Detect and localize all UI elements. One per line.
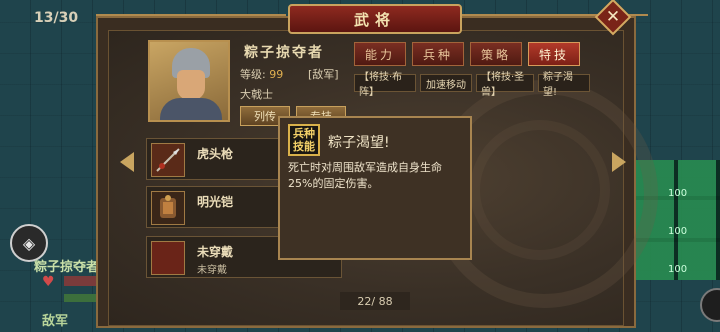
skill-chip[interactable]: 粽子渴望!	[538, 72, 590, 98]
tooltip-description: 死亡时对周围敌军造成自身生命25%的固定伤害。	[288, 161, 442, 190]
badge-line: 兵种	[293, 127, 315, 140]
equip-name: 未穿戴	[197, 245, 234, 259]
tab-ability[interactable]: 能力	[354, 42, 406, 66]
prev-general-arrow-icon[interactable]	[120, 152, 134, 172]
tab-special-skill[interactable]: 特技	[528, 42, 580, 66]
equip-name: 虎头枪	[197, 147, 234, 161]
map-value: 100	[668, 226, 688, 237]
level-label: 等级:	[240, 68, 266, 81]
empty-slot-icon	[151, 241, 185, 275]
cube-icon: ◈	[22, 233, 36, 253]
body-shape	[160, 98, 222, 120]
selected-unit-name: 粽子掠夺者	[34, 260, 100, 275]
skill-chip[interactable]: 【将技·圣兽】	[476, 72, 534, 98]
rank-label: 大戟士	[240, 88, 273, 101]
badge-line: 技能	[293, 140, 315, 153]
dragon-emblem-inner	[470, 120, 610, 260]
close-icon[interactable]: ✕	[600, 4, 626, 30]
enemy-label: 敌军	[42, 314, 69, 329]
level-info: 等级: 99	[240, 66, 283, 82]
turn-counter: 13/30	[34, 10, 79, 26]
spear-icon	[151, 143, 185, 177]
general-portrait	[148, 40, 230, 122]
tab-troop-type[interactable]: 兵种	[412, 42, 464, 66]
skill-chip[interactable]: 加速移动	[420, 74, 472, 92]
troop-skill-badge-icon: 兵种 技能	[288, 124, 320, 156]
dialog-title: 武将	[288, 4, 462, 34]
next-general-arrow-icon[interactable]	[612, 152, 626, 172]
tab-strategy[interactable]: 策略	[470, 42, 522, 66]
page-indicator: 22/ 88	[340, 292, 410, 310]
faction-label: [敌军]	[308, 68, 339, 81]
map-value: 100	[668, 264, 688, 275]
armor-icon	[151, 191, 185, 225]
equip-name: 明光铠	[197, 195, 234, 209]
skill-chip[interactable]: 【将技·布阵】	[354, 72, 416, 98]
map-value: 100	[668, 188, 688, 199]
equip-status: 未穿戴	[197, 265, 227, 276]
tooltip-title: 粽子渴望!	[328, 135, 390, 151]
title-divider-left	[96, 14, 286, 16]
face-shape	[177, 70, 205, 100]
general-name: 粽子掠夺者	[244, 45, 324, 61]
level-value: 99	[269, 68, 284, 81]
heart-icon: ♥	[42, 274, 55, 290]
